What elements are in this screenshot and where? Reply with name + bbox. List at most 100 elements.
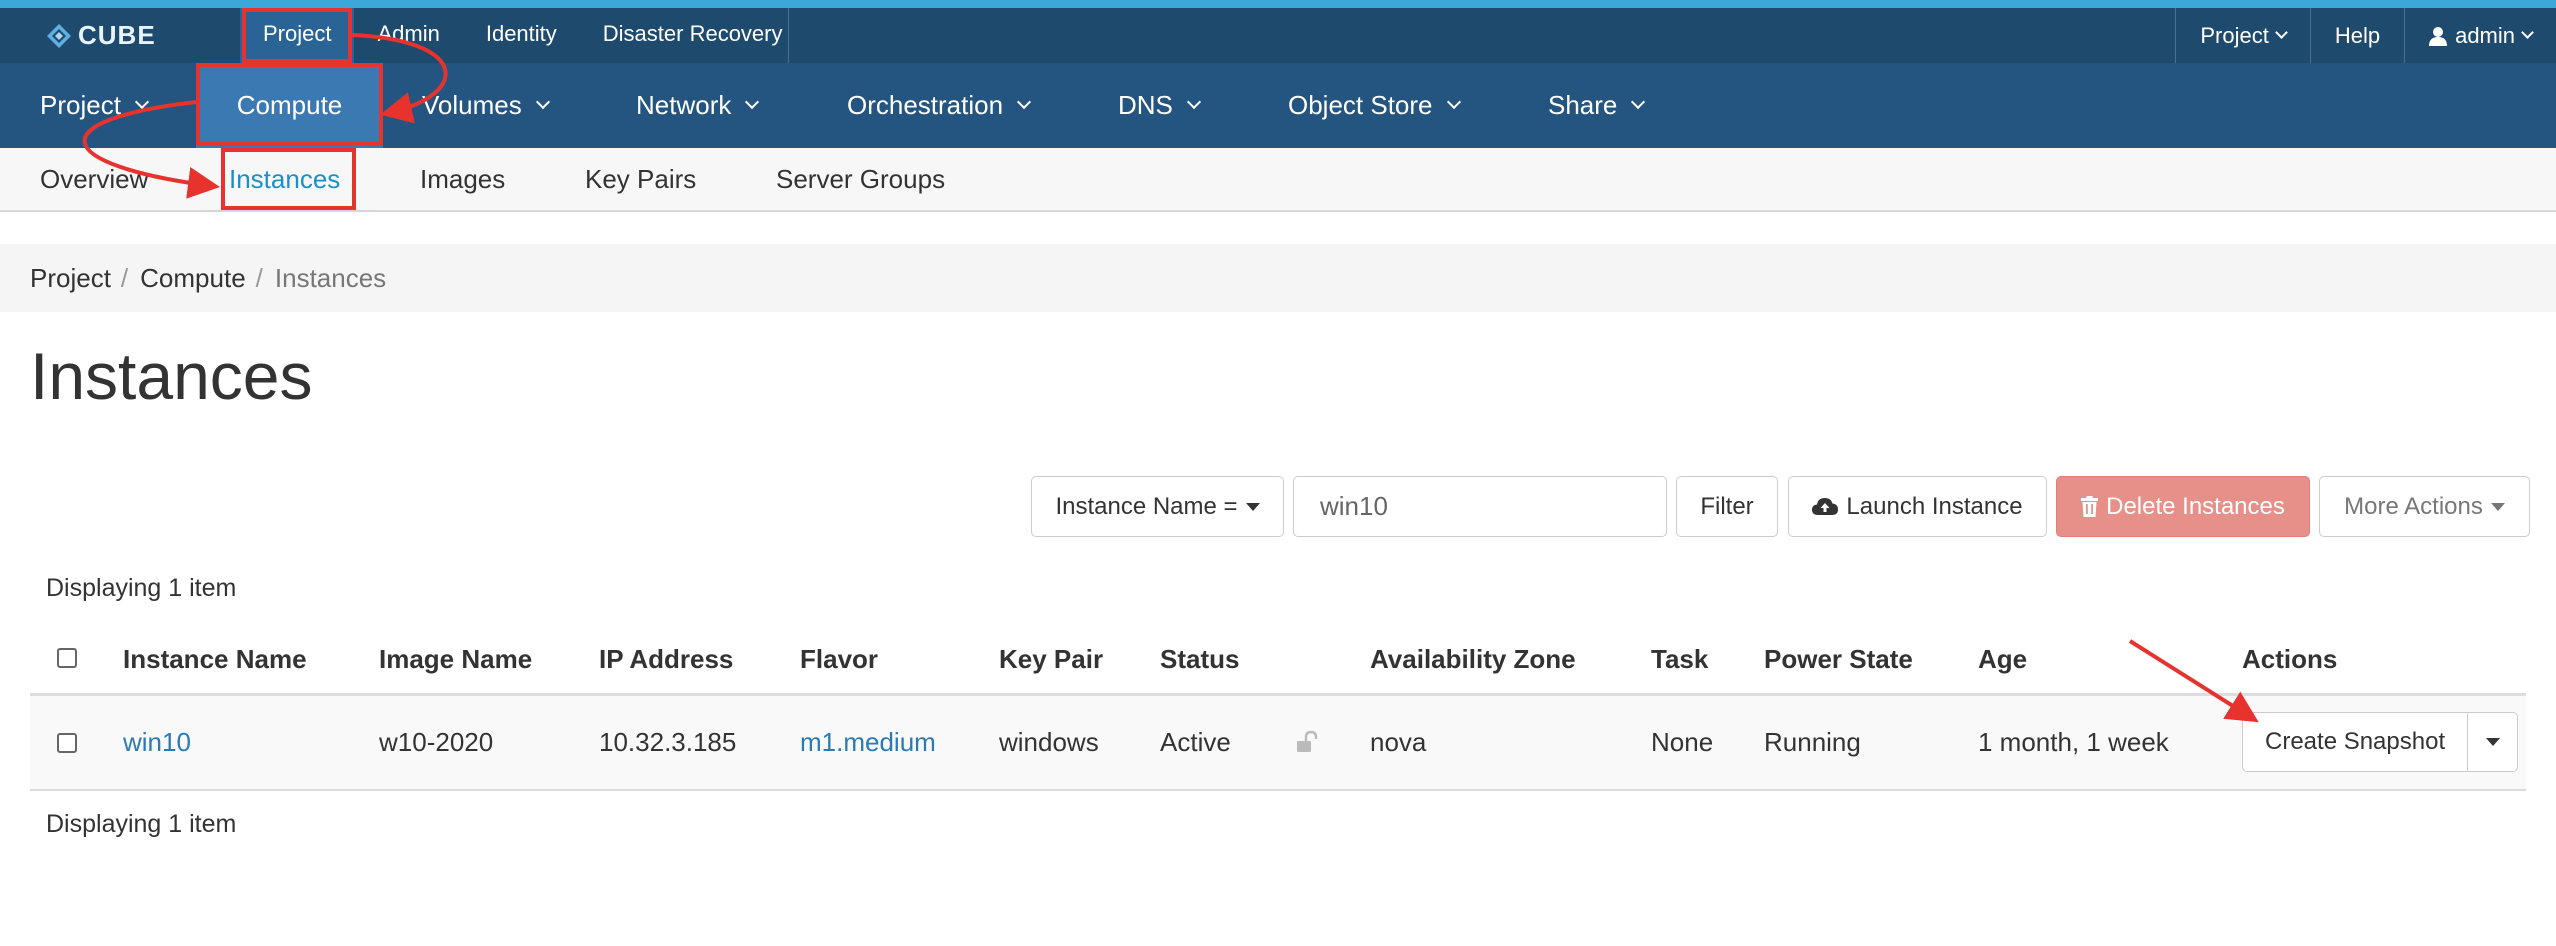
create-snapshot-button[interactable]: Create Snapshot: [2242, 712, 2469, 772]
subnav-item-overview[interactable]: Overview: [40, 148, 148, 210]
filter-button-label: Filter: [1700, 492, 1754, 520]
mainnav-label: Orchestration: [847, 90, 1004, 120]
task-cell: None: [1651, 727, 1714, 757]
project-dropdown-label: Project: [2200, 23, 2269, 48]
age-cell: 1 month, 1 week: [1978, 727, 2169, 757]
column-header-instance-name[interactable]: Instance Name: [123, 626, 307, 692]
mainnav-item-dns[interactable]: DNS: [1118, 63, 1201, 148]
filter-button[interactable]: Filter: [1676, 476, 1778, 537]
filter-input[interactable]: [1293, 476, 1667, 537]
mainnav-label: Share: [1548, 90, 1618, 120]
project-dropdown[interactable]: Project: [2175, 8, 2309, 63]
topnav-item-admin[interactable]: Admin: [354, 8, 462, 63]
mainnav-label: Compute: [236, 90, 343, 120]
filter-field-dropdown[interactable]: Instance Name =: [1031, 476, 1284, 537]
item-count-bottom: Displaying 1 item: [46, 810, 237, 838]
image-name-cell: w10-2020: [379, 727, 494, 757]
flavor-link[interactable]: m1.medium: [800, 696, 936, 789]
delete-instances-button[interactable]: Delete Instances: [2056, 476, 2310, 537]
more-actions-label: More Actions: [2344, 492, 2483, 520]
breadcrumb-compute[interactable]: Compute: [140, 263, 246, 294]
user-label: admin: [2455, 23, 2515, 48]
help-link[interactable]: Help: [2309, 8, 2404, 63]
mainnav-item-project[interactable]: Project: [40, 63, 149, 148]
breadcrumb-project[interactable]: Project: [30, 263, 111, 294]
mainnav-item-object-store[interactable]: Object Store: [1288, 63, 1461, 148]
main-nav: Project Compute Volumes Network Orchestr…: [0, 63, 2556, 148]
chevron-down-icon: [535, 94, 550, 110]
key-pair-cell: windows: [999, 727, 1099, 757]
row-select-checkbox[interactable]: [57, 733, 77, 753]
column-header-flavor[interactable]: Flavor: [800, 626, 878, 692]
subnav-item-images[interactable]: Images: [420, 148, 505, 210]
select-all-checkbox[interactable]: [57, 648, 77, 668]
power-state-cell: Running: [1764, 727, 1861, 757]
filter-field-label: Instance Name =: [1055, 492, 1238, 520]
breadcrumb-separator: /: [255, 262, 263, 293]
top-bar: CUBE Project Admin Identity Disaster Rec…: [0, 8, 2556, 63]
column-header-status[interactable]: Status: [1160, 626, 1239, 692]
user-menu[interactable]: admin: [2404, 8, 2556, 63]
delete-instances-label: Delete Instances: [2106, 492, 2285, 520]
topnav-divider: [788, 8, 789, 63]
ip-address-cell: 10.32.3.185: [599, 727, 737, 757]
mainnav-item-compute[interactable]: Compute: [196, 63, 383, 148]
user-icon: [2429, 26, 2448, 46]
breadcrumb-instances: Instances: [274, 262, 387, 293]
mainnav-item-orchestration[interactable]: Orchestration: [847, 63, 1032, 148]
chevron-down-icon: [1017, 94, 1032, 110]
caret-down-icon: [1245, 502, 1260, 511]
row-actions-dropdown-toggle[interactable]: [2468, 712, 2519, 772]
status-cell: Active: [1160, 727, 1231, 757]
mainnav-label: Volumes: [422, 90, 522, 120]
brand-logo[interactable]: CUBE: [46, 8, 156, 63]
row-actions: Create Snapshot: [2242, 712, 2519, 772]
column-header-availability-zone[interactable]: Availability Zone: [1370, 626, 1576, 692]
help-label: Help: [2334, 23, 2381, 48]
chevron-down-icon: [2274, 26, 2288, 39]
column-header-ip-address[interactable]: IP Address: [599, 626, 733, 692]
mainnav-item-share[interactable]: Share: [1548, 63, 1646, 148]
brand-name: CUBE: [78, 20, 156, 50]
breadcrumb: Project / Compute / Instances: [0, 244, 2556, 312]
topnav-item-project[interactable]: Project: [240, 8, 355, 63]
table-row: win10 w10-2020 10.32.3.185 m1.medium win…: [30, 696, 2526, 791]
chevron-down-icon: [1631, 94, 1646, 110]
column-header-age[interactable]: Age: [1978, 626, 2027, 692]
top-accent-line: [0, 0, 2556, 8]
table-header: Instance Name Image Name IP Address Flav…: [30, 626, 2526, 696]
topnav-item-identity[interactable]: Identity: [463, 8, 580, 63]
chevron-down-icon: [1446, 94, 1461, 110]
subnav-item-instances[interactable]: Instances: [229, 148, 340, 210]
instance-name-link[interactable]: win10: [123, 696, 191, 789]
column-header-actions: Actions: [2242, 644, 2338, 674]
column-header-image-name[interactable]: Image Name: [379, 626, 532, 692]
launch-instance-button[interactable]: Launch Instance: [1788, 476, 2047, 537]
unlocked-icon: [1297, 730, 1318, 752]
subnav-item-key-pairs[interactable]: Key Pairs: [585, 148, 696, 210]
mainnav-item-network[interactable]: Network: [636, 63, 760, 148]
chevron-down-icon: [745, 94, 760, 110]
breadcrumb-separator: /: [120, 262, 129, 293]
cloud-upload-icon: [1812, 497, 1839, 515]
chevron-down-icon: [2521, 26, 2534, 39]
page-title: Instances: [30, 339, 313, 413]
availability-zone-cell: nova: [1370, 727, 1427, 757]
item-count-top: Displaying 1 item: [46, 574, 237, 602]
mainnav-label: DNS: [1118, 90, 1173, 120]
mainnav-item-volumes[interactable]: Volumes: [422, 63, 550, 148]
mainnav-label: Project: [40, 90, 121, 120]
topnav-item-disaster-recovery[interactable]: Disaster Recovery: [580, 8, 806, 63]
column-header-key-pair[interactable]: Key Pair: [999, 626, 1103, 692]
more-actions-button[interactable]: More Actions: [2319, 476, 2530, 537]
trash-icon: [2081, 496, 2099, 517]
mainnav-label: Object Store: [1288, 90, 1433, 120]
column-header-task[interactable]: Task: [1651, 626, 1708, 692]
sub-nav: Overview Instances Images Key Pairs Serv…: [0, 148, 2556, 212]
create-snapshot-label: Create Snapshot: [2265, 728, 2446, 755]
column-header-power-state[interactable]: Power State: [1764, 626, 1913, 692]
subnav-item-server-groups[interactable]: Server Groups: [776, 148, 945, 210]
chevron-down-icon: [1186, 94, 1201, 110]
chevron-down-icon: [134, 94, 149, 110]
mainnav-label: Network: [636, 90, 732, 120]
